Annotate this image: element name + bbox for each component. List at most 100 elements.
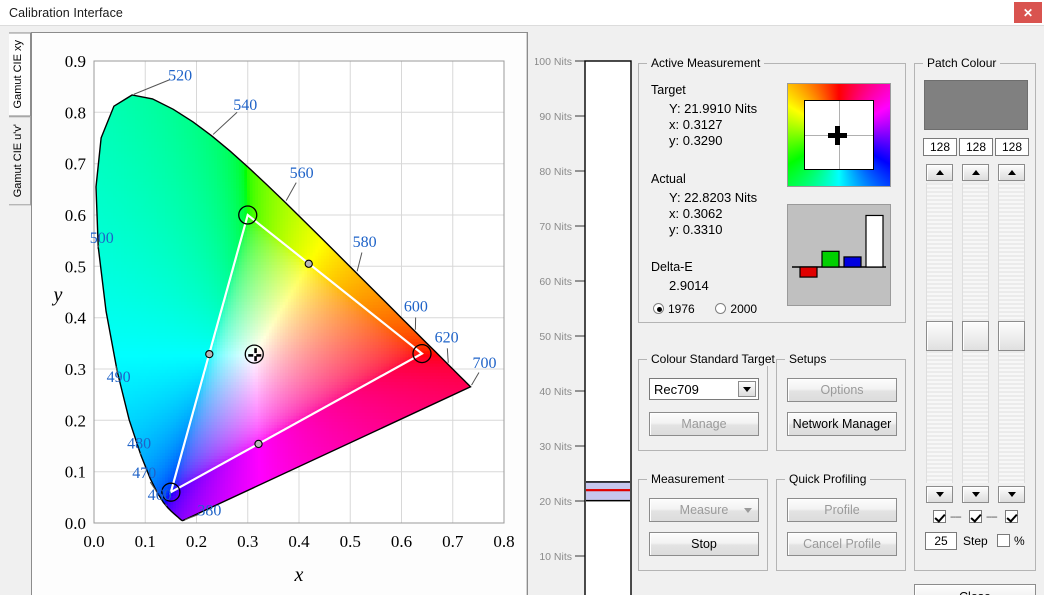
patch-red-value[interactable]: 128 (923, 138, 957, 156)
patch-red-increment-button[interactable] (926, 164, 953, 181)
arrow-up-icon (971, 170, 980, 175)
patch-blue-link-checkbox[interactable] (1005, 510, 1018, 523)
gamut-point-yellow[interactable] (304, 259, 313, 268)
tab-gamut-cie-uv[interactable]: Gamut CIE u'v' (9, 116, 31, 206)
rgb-bar-red (799, 266, 818, 278)
main-content: Gamut CIE xy Gamut CIE u'v' 0.0 0.1 0.2 … (0, 26, 1044, 595)
x-tick-0.6: 0.6 (391, 532, 412, 551)
patch-green-slider-thumb[interactable] (962, 321, 989, 351)
patch-blue-decrement-button[interactable] (998, 486, 1025, 503)
y-tick-0.8: 0.8 (65, 103, 86, 122)
options-button[interactable]: Options (787, 378, 897, 402)
close-button[interactable]: Close (914, 584, 1036, 595)
cie-chart-panel[interactable]: 0.0 0.1 0.2 0.3 0.4 0.5 0.6 0.7 0.8 0.0 0.1 0.2 0.3… (31, 32, 528, 595)
colour-standard-selected-value: Rec709 (654, 382, 699, 397)
network-manager-button[interactable]: Network Manager (787, 412, 897, 436)
setups-legend: Setups (785, 352, 831, 366)
arrow-up-icon (1007, 170, 1016, 175)
percent-checkbox[interactable] (997, 534, 1010, 547)
gamut-point-cyan[interactable] (205, 349, 214, 359)
luminance-bar[interactable]: 100 Nits 90 Nits 80 Nits 70 Nits 60 Nits 50 N… (533, 56, 635, 595)
wavelength-label-380: 380 (197, 502, 221, 519)
patch-blue-value[interactable]: 128 (995, 138, 1029, 156)
measurement-group: Measurement Measure Stop (638, 472, 768, 571)
calibration-window: Calibration Interface ✕ Gamut CIE xy Gam… (0, 0, 1044, 595)
y-tick-0.7: 0.7 (65, 155, 87, 174)
patch-green-decrement-button[interactable] (962, 486, 989, 503)
wavelength-label-460: 460 (148, 487, 172, 504)
y-axis-tick-labels: 0.0 0.1 0.2 0.3 0.4 0.5 0.6 0.7 0.8 0.9 (65, 52, 87, 533)
link-dash-left: ---- (950, 511, 962, 523)
y-tick-0.2: 0.2 (65, 411, 86, 430)
patch-red-decrement-button[interactable] (926, 486, 953, 503)
patch-red-slider-thumb[interactable] (926, 321, 953, 351)
x-tick-0.7: 0.7 (442, 532, 464, 551)
measure-dropdown-chevron-icon[interactable] (744, 508, 752, 513)
chromaticity-target-widget[interactable] (787, 83, 891, 187)
patch-green-value[interactable]: 128 (959, 138, 993, 156)
step-value-input[interactable]: 25 (925, 532, 957, 550)
quick-profiling-legend: Quick Profiling (785, 472, 871, 486)
patch-green-increment-button[interactable] (962, 164, 989, 181)
window-title: Calibration Interface (0, 6, 123, 20)
actual-luminance-value: Y: 22.8203 Nits (669, 190, 757, 205)
y-tick-0.1: 0.1 (65, 463, 86, 482)
wavelength-label-620: 620 (435, 329, 459, 346)
step-label: Step (963, 534, 988, 548)
white-point-crosshair-icon (254, 348, 257, 354)
y-tick-0.3: 0.3 (65, 360, 86, 379)
gamut-point-magenta[interactable] (254, 439, 263, 449)
arrow-down-icon (971, 492, 980, 497)
luminance-scale-panel: 100 Nits 90 Nits 80 Nits 70 Nits 60 Nits 50 N… (533, 56, 635, 595)
rgb-bars (799, 214, 884, 278)
colour-standard-select[interactable]: Rec709 (649, 378, 759, 400)
y-tick-0.0: 0.0 (65, 514, 86, 533)
wavelength-label-600: 600 (404, 299, 428, 316)
actual-band-top-edge (586, 481, 630, 483)
manage-button[interactable]: Manage (649, 412, 759, 436)
white-point-crosshair-icon (254, 356, 257, 362)
tab-gamut-cie-xy[interactable]: Gamut CIE xy (9, 32, 31, 117)
measure-button-label: Measure (680, 503, 729, 517)
nits-label-10-Nits: 10 Nits (539, 551, 572, 563)
cancel-profile-button[interactable]: Cancel Profile (787, 532, 897, 556)
target-luminance-value: Y: 21.9910 Nits (669, 101, 757, 116)
wavelength-label-480: 480 (127, 436, 151, 453)
y-tick-0.4: 0.4 (65, 309, 87, 328)
nits-label-30-Nits: 30 Nits (539, 441, 572, 453)
patch-red-link-checkbox[interactable] (933, 510, 946, 523)
y-tick-0.5: 0.5 (65, 257, 86, 276)
wavelength-label-490: 490 (107, 369, 131, 386)
patch-blue-increment-button[interactable] (998, 164, 1025, 181)
patch-colour-legend: Patch Colour (923, 56, 1001, 70)
nits-tick-labels: 100 Nits 90 Nits 80 Nits 70 Nits 60 Nits 50 N… (533, 56, 572, 563)
wavelength-label-500: 500 (90, 230, 114, 247)
radio-2000[interactable] (715, 303, 727, 314)
radio-1976[interactable] (653, 303, 664, 314)
close-icon[interactable]: ✕ (1014, 2, 1042, 23)
chevron-down-icon[interactable] (738, 381, 756, 397)
patch-blue-slider-thumb[interactable] (998, 321, 1025, 351)
patch-colour-swatch (924, 80, 1028, 130)
wavelength-label-470: 470 (132, 465, 156, 482)
patch-green-link-checkbox[interactable] (969, 510, 982, 523)
wavelength-label-540: 540 (233, 97, 257, 114)
y-tick-0.9: 0.9 (65, 52, 86, 71)
nits-label-40-Nits: 40 Nits (539, 386, 572, 398)
radio-1976-label: 1976 (668, 302, 695, 316)
active-measurement-group: Active Measurement Target Y: 21.9910 Nit… (638, 56, 906, 323)
measure-button[interactable]: Measure (649, 498, 759, 522)
gamut-tab-strip: Gamut CIE xy Gamut CIE u'v' (9, 32, 31, 206)
rgb-bar-blue (843, 256, 862, 268)
x-axis-tick-labels: 0.0 0.1 0.2 0.3 0.4 0.5 0.6 0.7 0.8 (83, 532, 514, 551)
profile-button[interactable]: Profile (787, 498, 897, 522)
nits-label-100-Nits: 100 Nits (535, 56, 572, 68)
x-tick-0.5: 0.5 (340, 532, 361, 551)
actual-band-bottom-edge (586, 499, 630, 502)
active-measurement-legend: Active Measurement (647, 56, 765, 70)
delta-e-formula-options: 1976 2000 (653, 302, 757, 316)
x-tick-0.0: 0.0 (83, 532, 104, 551)
cie-chromaticity-diagram[interactable]: 0.0 0.1 0.2 0.3 0.4 0.5 0.6 0.7 0.8 0.0 0.1 0.2 0.3… (32, 33, 527, 595)
stop-button[interactable]: Stop (649, 532, 759, 556)
wavelength-label-560: 560 (290, 165, 314, 182)
